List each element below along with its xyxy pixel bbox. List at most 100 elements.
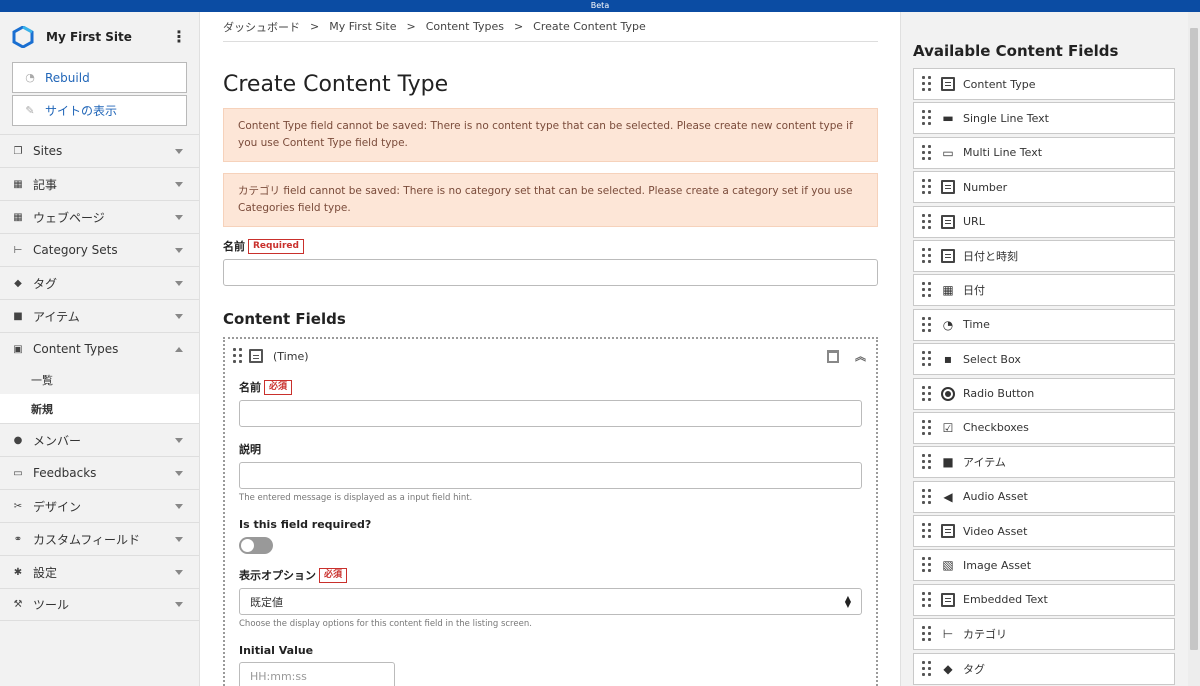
drag-handle-icon[interactable] xyxy=(922,454,932,470)
field-description-input[interactable] xyxy=(239,462,862,489)
drag-handle-icon[interactable] xyxy=(922,419,932,436)
drag-handle-icon[interactable] xyxy=(922,144,932,161)
drag-handle-icon[interactable] xyxy=(922,247,932,264)
available-field-item[interactable]: ☑ Checkboxes xyxy=(913,411,1175,444)
field-name-input[interactable] xyxy=(239,400,862,427)
drag-handle-icon[interactable] xyxy=(233,348,243,364)
available-field-item[interactable]: Video Asset xyxy=(913,515,1175,548)
available-field-item[interactable]: ▦ 日付 xyxy=(913,274,1175,307)
sidebar-item-tools[interactable]: ⚒ ツール xyxy=(0,588,199,621)
view-site-button[interactable]: ✎ サイトの表示 xyxy=(12,95,187,126)
drag-handle-icon[interactable] xyxy=(922,351,932,367)
scrollbar-thumb[interactable] xyxy=(1190,28,1198,650)
available-field-item[interactable]: ⊢ カテゴリ xyxy=(913,618,1175,651)
number-icon xyxy=(941,180,955,195)
drag-handle-icon[interactable] xyxy=(922,179,932,195)
sidebar-subitem-new[interactable]: 新規 xyxy=(0,394,199,423)
site-name[interactable]: My First Site xyxy=(46,30,171,44)
chevron-down-icon xyxy=(175,181,183,187)
sidebar-item-sites[interactable]: ❐ Sites xyxy=(0,134,199,167)
page-scrollbar[interactable] xyxy=(1188,12,1200,686)
sidebar-subitem-list[interactable]: 一覧 xyxy=(0,365,199,394)
sidebar-item-webpages[interactable]: ▦ ウェブページ xyxy=(0,200,199,233)
content-fields-dropzone[interactable]: (Time) ︽ 名前 必須 説明 The entered message is… xyxy=(223,337,878,686)
available-field-item[interactable]: ▧ Image Asset xyxy=(913,549,1175,582)
available-field-item[interactable]: ◀ Audio Asset xyxy=(913,480,1175,513)
image-icon: ▧ xyxy=(942,558,954,573)
content-type-icon xyxy=(941,77,955,91)
available-field-item[interactable]: ◆ タグ xyxy=(913,652,1175,685)
available-field-item[interactable]: 日付と時刻 xyxy=(913,239,1175,272)
external-edit-icon: ✎ xyxy=(25,104,35,117)
sidebar: My First Site ⋮ ◔ Rebuild ✎ サイトの表示 ❐ Sit… xyxy=(0,12,200,686)
available-field-item[interactable]: ▭ Multi Line Text xyxy=(913,136,1175,169)
url-icon xyxy=(941,214,955,229)
available-field-label: 日付と時刻 xyxy=(963,249,1018,263)
available-field-item[interactable]: URL xyxy=(913,205,1175,238)
display-option-select[interactable]: 既定値 ▲ ▼ xyxy=(239,588,862,615)
briefcase-icon: ■ xyxy=(942,455,954,470)
available-field-item[interactable]: Radio Button xyxy=(913,377,1175,410)
available-field-item[interactable]: Embedded Text xyxy=(913,583,1175,616)
available-field-item[interactable]: ■ アイテム xyxy=(913,446,1175,479)
drag-handle-icon[interactable] xyxy=(922,557,932,573)
briefcase-icon: ■ xyxy=(13,310,23,322)
content-type-name-input[interactable] xyxy=(223,259,878,286)
single-line-text-icon: ▬ xyxy=(942,111,954,126)
drag-handle-icon[interactable] xyxy=(922,282,932,298)
movable-type-logo-icon xyxy=(12,26,34,48)
breadcrumb-dashboard[interactable]: ダッシュボード xyxy=(223,19,300,35)
field-required-toggle[interactable] xyxy=(239,537,273,554)
main-content: ダッシュボード > My First Site > Content Types … xyxy=(223,12,878,686)
chevron-double-up-icon[interactable]: ︽ xyxy=(855,348,866,364)
sidebar-item-items[interactable]: ■ アイテム xyxy=(0,299,199,332)
content-types-icon: ▣ xyxy=(13,343,23,355)
breadcrumb-content-types[interactable]: Content Types xyxy=(426,20,504,33)
feedback-icon: ▭ xyxy=(13,467,23,479)
site-menu-kebab-icon[interactable]: ⋮ xyxy=(171,29,187,45)
initial-value-input[interactable]: HH:mm:ss xyxy=(239,662,395,686)
rebuild-button[interactable]: ◔ Rebuild xyxy=(12,62,187,93)
available-fields-title: Available Content Fields xyxy=(913,42,1119,60)
sidebar-item-members[interactable]: ● メンバー xyxy=(0,423,199,456)
chevron-down-icon xyxy=(175,470,183,476)
drag-handle-icon[interactable] xyxy=(922,213,932,230)
drag-handle-icon[interactable] xyxy=(922,488,932,505)
required-badge: Required xyxy=(248,238,304,254)
field-required-label: Is this field required? xyxy=(239,518,372,531)
chevron-down-icon xyxy=(175,247,183,253)
sidebar-item-content-types[interactable]: ▣ Content Types xyxy=(0,332,199,365)
trash-icon[interactable] xyxy=(827,349,839,363)
drag-handle-icon[interactable] xyxy=(922,591,932,608)
sidebar-item-design[interactable]: ✂ デザイン xyxy=(0,489,199,522)
drag-handle-icon[interactable] xyxy=(922,76,932,92)
available-field-label: 日付 xyxy=(963,284,985,298)
available-field-item[interactable]: ▬ Single Line Text xyxy=(913,102,1175,135)
breadcrumb-separator: > xyxy=(310,20,320,33)
sidebar-item-entries[interactable]: ▦ 記事 xyxy=(0,167,199,200)
available-field-item[interactable]: ▪ Select Box xyxy=(913,343,1175,376)
drag-handle-icon[interactable] xyxy=(922,660,932,677)
drag-handle-icon[interactable] xyxy=(922,110,932,126)
select-box-icon: ▪ xyxy=(943,352,953,367)
available-field-item[interactable]: Number xyxy=(913,171,1175,204)
drag-handle-icon[interactable] xyxy=(922,385,932,402)
drag-handle-icon[interactable] xyxy=(922,316,932,333)
sidebar-item-tags[interactable]: ◆ タグ xyxy=(0,266,199,299)
sidebar-item-category-sets[interactable]: ⊢ Category Sets xyxy=(0,233,199,266)
drag-handle-icon[interactable] xyxy=(922,626,932,642)
category-icon: ⊢ xyxy=(942,627,954,642)
available-field-item[interactable]: ◔ Time xyxy=(913,308,1175,341)
drag-handle-icon[interactable] xyxy=(922,523,932,539)
breadcrumb-site[interactable]: My First Site xyxy=(329,20,396,33)
sidebar-item-custom-fields[interactable]: ⚭ カスタムフィールド xyxy=(0,522,199,555)
site-header: My First Site ⋮ xyxy=(0,12,199,62)
multi-line-text-icon: ▭ xyxy=(942,145,954,160)
available-field-label: Checkboxes xyxy=(963,421,1029,435)
available-field-label: Single Line Text xyxy=(963,111,1049,125)
available-field-label: Image Asset xyxy=(963,558,1032,572)
breadcrumb-separator: > xyxy=(406,20,416,33)
available-field-item[interactable]: Content Type xyxy=(913,68,1175,100)
sidebar-item-feedbacks[interactable]: ▭ Feedbacks xyxy=(0,456,199,489)
sidebar-item-settings[interactable]: ✱ 設定 xyxy=(0,555,199,588)
